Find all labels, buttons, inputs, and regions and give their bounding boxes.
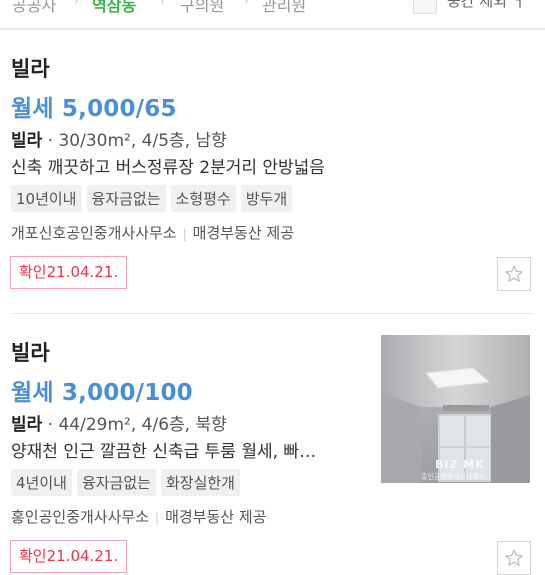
listing-tag: 방두개 (240, 185, 293, 212)
agency-name: 개포신호공인중개사사무소 (11, 224, 177, 242)
listing-tag: 4년이내 (11, 469, 72, 496)
chevron-right-icon: › (74, 0, 79, 8)
photo-caption: 홍인공인중개사사무소 (421, 473, 486, 481)
filter-tab-4[interactable]: 관리원 (262, 0, 306, 16)
listing-tag: 소형평수 (170, 185, 236, 212)
listing-spec: 빌라 · 44/29m², 4/6층, 북향 (11, 415, 227, 435)
listing-agency: 홍인공인중개사사무소 | 매경부동산 제공 (11, 506, 266, 527)
chevron-right-icon: › (244, 0, 249, 8)
listing-tag: 10년이내 (11, 185, 82, 212)
listing-tag: 화장실한개 (160, 469, 240, 496)
photo-watermark: BIZ MK (435, 458, 485, 471)
star-icon (505, 549, 523, 566)
filter-tab-2[interactable]: 역삼동 (92, 0, 136, 16)
chevron-right-icon: › (160, 0, 165, 8)
filter-bar: 공공사 › 역삼동 › 구의원 › 관리원 중간 제외 ㅓ (0, 0, 545, 30)
listing-tags: 4년이내 융자금없는 화장실한개 (11, 469, 240, 496)
divider (11, 313, 534, 314)
listing-tags: 10년이내 융자금없는 소형평수 방두개 (11, 185, 293, 212)
listing-spec: 빌라 · 30/30m², 4/5층, 남향 (11, 131, 227, 151)
star-icon (505, 265, 523, 282)
listing-price: 월세 5,000/65 (11, 96, 177, 122)
listing-photo[interactable]: BIZ MK 홍인공인중개사사무소 (381, 335, 530, 483)
filter-checkbox-label: 중간 제외 ㅓ (447, 0, 526, 10)
agency-name: 홍인공인중개사사무소 (11, 508, 150, 526)
provider-name: 매경부동산 제공 (165, 508, 267, 526)
listing-agency: 개포신호공인중개사사무소 | 매경부동산 제공 (11, 222, 294, 243)
confirmed-date-badge: 확인21.04.21. (10, 256, 128, 289)
filter-tab-3[interactable]: 구의원 (180, 0, 224, 16)
provider-name: 매경부동산 제공 (192, 224, 295, 242)
listing-type: 빌라 (11, 341, 50, 365)
separator: | (155, 511, 160, 525)
favorite-button[interactable] (497, 257, 531, 291)
separator: | (182, 227, 187, 241)
listing-tag: 융자금없는 (86, 185, 166, 212)
favorite-button[interactable] (497, 541, 531, 575)
filter-checkbox[interactable] (413, 0, 437, 14)
confirmed-date-badge: 확인21.04.21. (10, 540, 128, 573)
listing-description: 신축 깨끗하고 버스정류장 2분거리 안방넓음 (11, 158, 325, 178)
listing-tag: 융자금없는 (76, 469, 156, 496)
listing-description: 양재천 인근 깔끔한 신축급 투룸 월세, 빠… (11, 442, 317, 462)
listing-type: 빌라 (11, 57, 50, 81)
listing-price: 월세 3,000/100 (11, 380, 193, 406)
filter-tab-1[interactable]: 공공사 (12, 0, 56, 16)
